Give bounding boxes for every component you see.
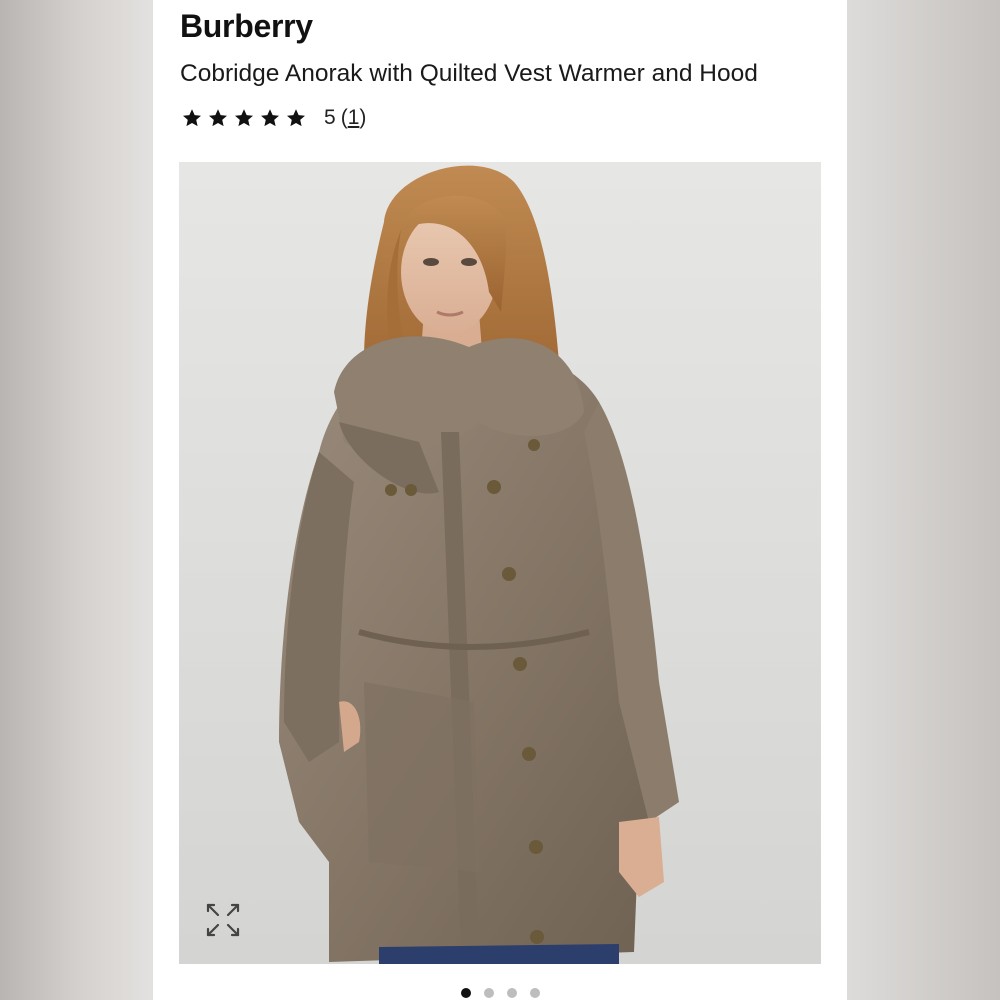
product-title: Cobridge Anorak with Quilted Vest Warmer… (180, 60, 758, 87)
carousel-dot-1[interactable] (460, 988, 471, 998)
review-count-link[interactable]: (1) (341, 106, 367, 130)
brand-name[interactable]: Burberry (180, 8, 313, 45)
carousel-dot-3[interactable] (506, 988, 517, 998)
star-icon (287, 109, 305, 127)
star-icon (209, 109, 227, 127)
carousel-dot-4[interactable] (529, 988, 540, 998)
review-count[interactable]: 1 (348, 106, 360, 129)
expand-arrows-icon[interactable] (203, 900, 243, 940)
review-count-open: ( (340, 106, 348, 129)
star-icon (183, 109, 201, 127)
carousel-dot-2[interactable] (483, 988, 494, 998)
product-card: Burberry Cobridge Anorak with Quilted Ve… (153, 0, 847, 1000)
product-image[interactable] (179, 162, 821, 964)
model-photo-illustration (279, 165, 679, 964)
review-count-close: ) (359, 106, 367, 129)
carousel-dots (153, 988, 847, 998)
rating-row: 5 (1) (181, 106, 366, 130)
star-icon (261, 109, 279, 127)
rating-value: 5 (324, 106, 336, 129)
rating-stars (181, 107, 307, 129)
star-icon (235, 109, 253, 127)
